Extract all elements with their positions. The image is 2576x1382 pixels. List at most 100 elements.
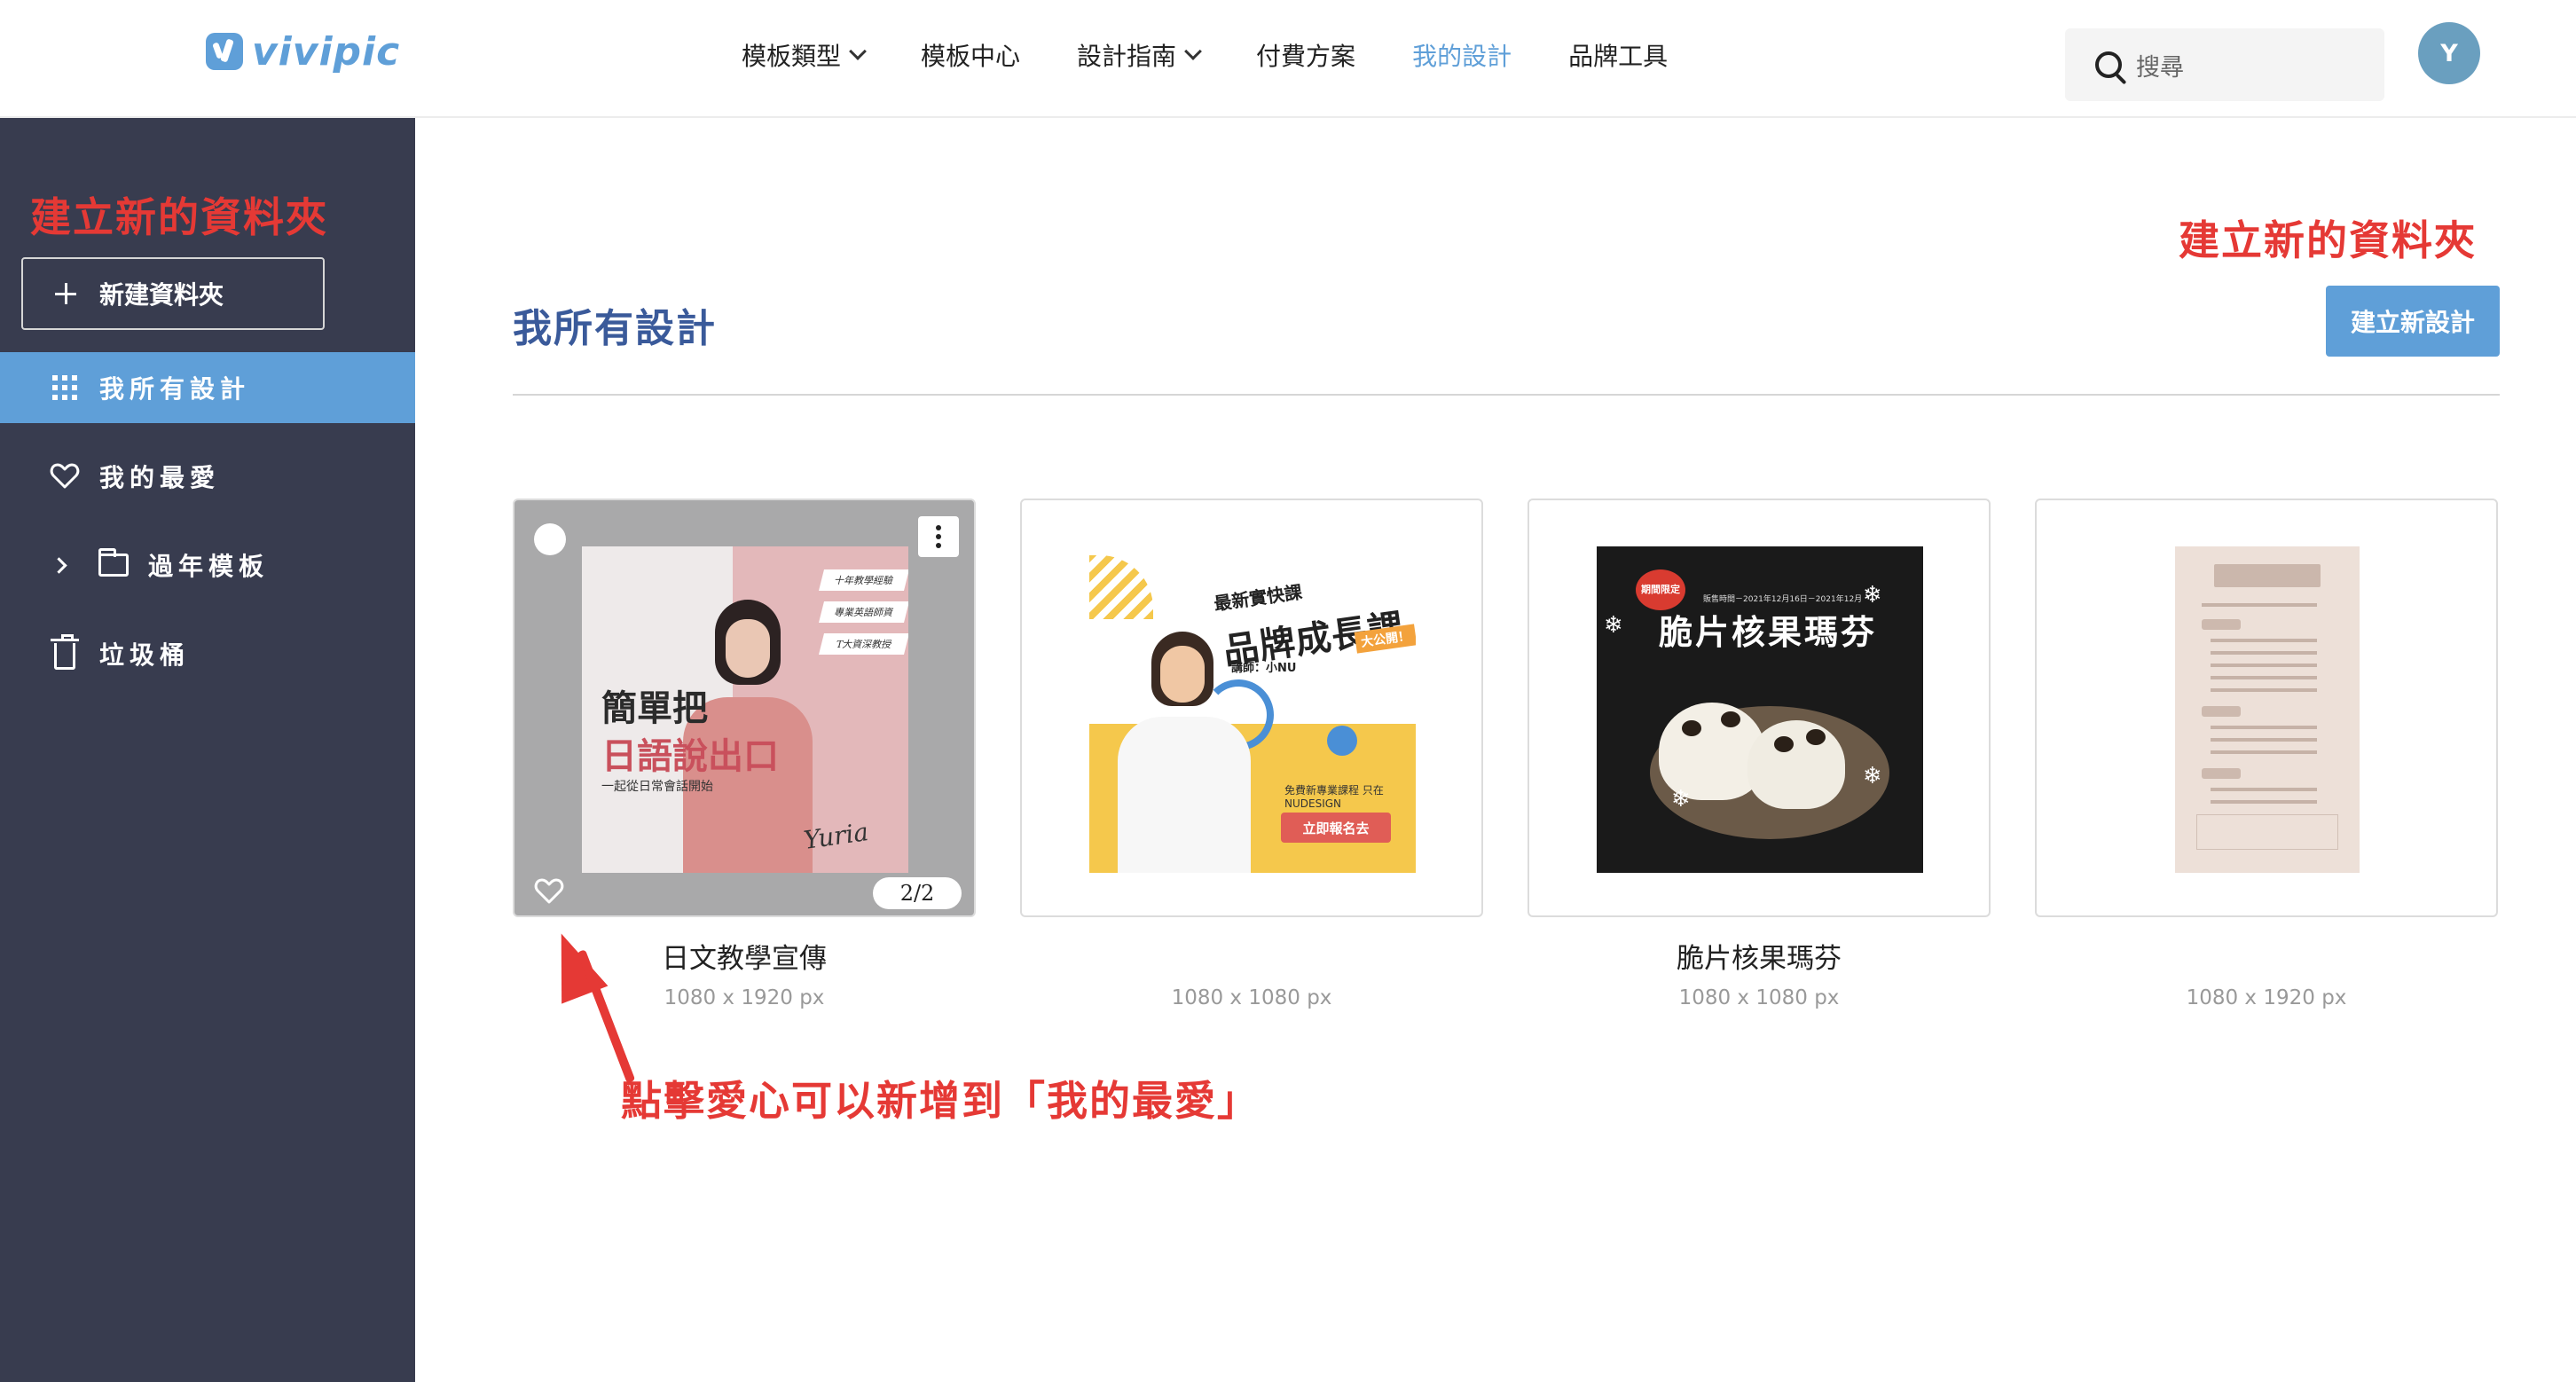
nav-design-guide[interactable]: 設計指南 bbox=[1077, 37, 1202, 73]
design-card[interactable]: 最新實快課 品牌成長課 大公開！ 講師：小NU 免費新專業課程 只在NUDESI… bbox=[1020, 499, 1483, 917]
nav-my-designs[interactable]: 我的設計 bbox=[1412, 37, 1512, 73]
page-count-badge: 2/2 bbox=[873, 877, 962, 909]
plus-icon bbox=[55, 283, 76, 304]
avatar-initial: Y bbox=[2440, 39, 2458, 67]
thumb-person-image bbox=[1118, 632, 1251, 873]
nav-label: 模板類型 bbox=[742, 42, 842, 71]
thumb-tag: T大資深教授 bbox=[819, 633, 908, 655]
nav-label: 我的設計 bbox=[1412, 42, 1512, 71]
sidebar-item-label: 我所有設計 bbox=[99, 374, 251, 404]
main-nav: 模板類型 模板中心 設計指南 付費方案 我的設計 品牌工具 bbox=[742, 34, 1724, 76]
thumb-header-block bbox=[2214, 564, 2321, 587]
design-thumbnail[interactable]: 十年教學經驗 專業英語師資 T大資深教授 簡單把 日語說出口 一起從日常會話開始… bbox=[582, 546, 908, 873]
thumb-title: 簡單把 bbox=[601, 687, 708, 729]
thumb-pill bbox=[2202, 619, 2241, 630]
thumb-muffin bbox=[1747, 720, 1845, 809]
top-navigation-bar: vivipic 模板類型 模板中心 設計指南 付費方案 我的設計 品牌工具 搜尋… bbox=[0, 0, 2576, 118]
thumb-date: 販售時間－2021年12月16日－2021年12月 bbox=[1703, 595, 1863, 604]
divider bbox=[513, 394, 2500, 396]
new-folder-button[interactable]: 新建資料夾 bbox=[21, 257, 325, 330]
folder-icon bbox=[98, 548, 129, 577]
chevron-down-icon bbox=[1184, 43, 1202, 60]
thumb-footer-box bbox=[2196, 814, 2338, 850]
thumb-stripes bbox=[1089, 555, 1153, 619]
design-card[interactable] bbox=[2035, 499, 2498, 917]
sidebar-item-label: 垃圾桶 bbox=[99, 640, 191, 670]
sidebar-item-label: 我的最愛 bbox=[99, 463, 221, 492]
design-thumbnail[interactable] bbox=[2175, 546, 2360, 873]
thumb-note: 免費新專業課程 只在NUDESIGN bbox=[1284, 784, 1384, 810]
nav-pricing[interactable]: 付費方案 bbox=[1256, 37, 1355, 73]
design-card[interactable]: 十年教學經驗 專業英語師資 T大資深教授 簡單把 日語說出口 一起從日常會話開始… bbox=[513, 499, 976, 917]
create-design-button[interactable]: 建立新設計 bbox=[2326, 286, 2500, 357]
vivipic-logo[interactable]: vivipic bbox=[206, 28, 400, 75]
thumb-text-line bbox=[2211, 664, 2317, 667]
thumb-text-line bbox=[2211, 738, 2317, 742]
nav-template-center[interactable]: 模板中心 bbox=[921, 37, 1020, 73]
annotation-create-folder: 建立新的資料夾 bbox=[30, 193, 328, 241]
search-input[interactable]: 搜尋 bbox=[2065, 28, 2384, 101]
thumb-eyebrow: 最新實快課 bbox=[1213, 581, 1304, 615]
design-size: 1080 x 1080 px bbox=[1171, 986, 1332, 1009]
thumb-topping bbox=[1682, 720, 1701, 736]
thumb-topping bbox=[1721, 711, 1740, 727]
search-placeholder: 搜尋 bbox=[2136, 53, 2184, 82]
design-thumbnail[interactable]: 最新實快課 品牌成長課 大公開！ 講師：小NU 免費新專業課程 只在NUDESI… bbox=[1089, 546, 1416, 873]
snowflake-icon: ❄ bbox=[1604, 612, 1623, 639]
thumb-text-line bbox=[2211, 800, 2317, 804]
sidebar-item-trash[interactable]: 垃圾桶 bbox=[0, 618, 415, 689]
sidebar-item-folder-new-year[interactable]: 過年模板 bbox=[0, 530, 415, 601]
heart-icon bbox=[50, 463, 80, 489]
thumb-text-line bbox=[2211, 651, 2317, 655]
thumb-pill bbox=[2202, 706, 2241, 717]
annotation-create-folder-header: 建立新的資料夾 bbox=[2179, 216, 2477, 264]
nav-template-types[interactable]: 模板類型 bbox=[742, 37, 867, 73]
logo-mark-icon bbox=[206, 33, 243, 70]
thumb-cta: 立即報名去 bbox=[1281, 813, 1391, 843]
grid-icon bbox=[52, 375, 77, 400]
sidebar: 建立新的資料夾 新建資料夾 我所有設計 我的最愛 過年模板 垃圾桶 bbox=[0, 118, 415, 1382]
nav-label: 模板中心 bbox=[921, 42, 1021, 71]
thumb-title: 日語說出口 bbox=[601, 735, 779, 777]
thumb-topping bbox=[1806, 729, 1826, 745]
thumb-pill bbox=[2202, 768, 2241, 779]
select-checkbox[interactable] bbox=[534, 523, 566, 555]
thumb-title: 脆片核果瑪芬 bbox=[1659, 613, 1878, 652]
design-size: 1080 x 1920 px bbox=[2186, 986, 2347, 1009]
logo-text: vivipic bbox=[252, 28, 401, 75]
thumb-text-line bbox=[2211, 788, 2317, 791]
page-title: 我所有設計 bbox=[513, 306, 717, 351]
nav-label: 品牌工具 bbox=[1568, 42, 1669, 71]
thumb-dot bbox=[1327, 726, 1357, 756]
sidebar-item-favorites[interactable]: 我的最愛 bbox=[0, 441, 415, 512]
chevron-down-icon bbox=[849, 43, 867, 60]
design-thumbnail[interactable]: ❄ ❄ ❄ ❄ 期間限定 販售時間－2021年12月16日－2021年12月 脆… bbox=[1597, 546, 1923, 873]
snowflake-icon: ❄ bbox=[1863, 763, 1882, 789]
search-icon bbox=[2095, 51, 2122, 78]
design-name[interactable]: 脆片核果瑪芬 bbox=[1528, 936, 1991, 976]
thumb-text-line bbox=[2211, 676, 2317, 679]
more-options-button[interactable] bbox=[918, 516, 959, 557]
thumb-topping bbox=[1774, 736, 1794, 752]
trash-icon bbox=[51, 634, 79, 670]
chevron-right-icon[interactable] bbox=[51, 556, 67, 574]
thumb-text-line bbox=[2211, 688, 2317, 692]
sidebar-item-all-designs[interactable]: 我所有設計 bbox=[0, 352, 415, 423]
thumb-text-line bbox=[2211, 750, 2317, 754]
favorite-heart-icon[interactable] bbox=[534, 878, 564, 905]
nav-label: 付費方案 bbox=[1256, 42, 1356, 71]
thumb-tag: 專業英語師資 bbox=[819, 601, 908, 623]
sidebar-item-label: 過年模板 bbox=[148, 552, 270, 581]
thumb-subtitle: 一起從日常會話開始 bbox=[601, 780, 713, 794]
design-card[interactable]: ❄ ❄ ❄ ❄ 期間限定 販售時間－2021年12月16日－2021年12月 脆… bbox=[1528, 499, 1991, 917]
thumb-tag: 十年教學經驗 bbox=[819, 569, 908, 591]
design-size: 1080 x 1080 px bbox=[1678, 986, 1840, 1009]
thumb-text-line bbox=[2211, 726, 2317, 729]
nav-brand-tools[interactable]: 品牌工具 bbox=[1568, 37, 1668, 73]
thumb-text-line bbox=[2202, 603, 2317, 607]
nav-label: 設計指南 bbox=[1077, 42, 1177, 71]
new-folder-label: 新建資料夾 bbox=[99, 280, 224, 310]
avatar[interactable]: Y bbox=[2418, 22, 2480, 84]
snowflake-icon: ❄ bbox=[1671, 786, 1691, 813]
annotation-favorite-hint: 點擊愛心可以新增到「我的最愛」 bbox=[621, 1077, 1260, 1125]
